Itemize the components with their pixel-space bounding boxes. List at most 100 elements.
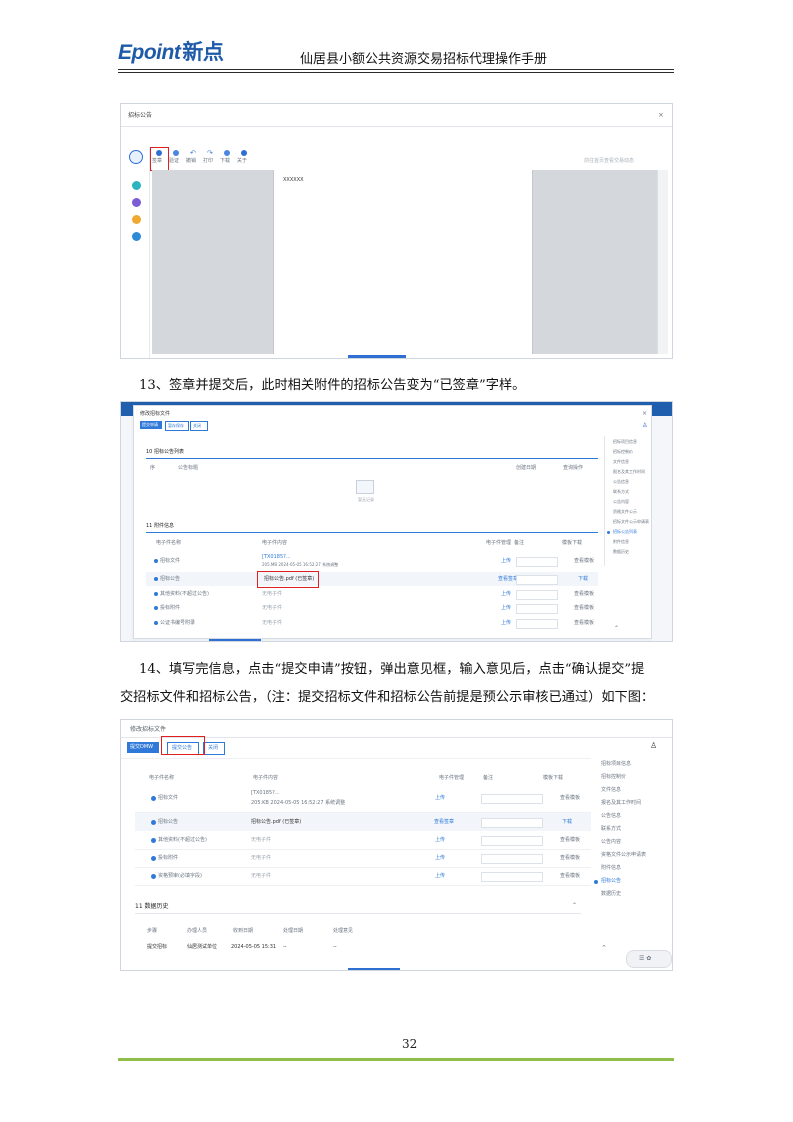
row-note-input[interactable]: [481, 872, 543, 882]
screenshot-attachment-signed: 修改招标文件 × 提交申请 暂存保存 关闭 ♙ 10 招标公告列表 序 公告标题…: [120, 401, 673, 642]
row-upload-button[interactable]: 上传: [435, 796, 445, 801]
row-template-link[interactable]: 查看模板: [574, 592, 594, 597]
close-button[interactable]: 关闭: [203, 742, 225, 755]
hist-cell-processed: --: [283, 944, 287, 950]
row-note-input[interactable]: [516, 604, 558, 614]
row-note-input[interactable]: [481, 854, 543, 864]
side-nav-item[interactable]: 报名及其工作时间: [601, 801, 641, 806]
left-nav-panel: [121, 416, 131, 641]
close-button[interactable]: 关闭: [190, 421, 208, 431]
floating-tools[interactable]: ☰ ✿: [626, 950, 672, 968]
row-note-input[interactable]: [516, 557, 558, 567]
rail-file-icon[interactable]: [132, 181, 141, 190]
table-row: 其他资料(不超过公告) 无电子件 上传 查看模板: [135, 832, 591, 850]
row-upload-button[interactable]: 上传: [501, 592, 511, 597]
rail-stamp-icon[interactable]: [132, 198, 141, 207]
side-nav-item[interactable]: 资格文件公示: [613, 510, 637, 514]
row-template-link[interactable]: 查看模板: [574, 621, 594, 626]
row-note-input[interactable]: [481, 836, 543, 846]
side-nav-item[interactable]: 资格文件公示申请表: [601, 853, 646, 858]
dialog-title: 修改招标文件: [130, 726, 167, 733]
side-nav-item[interactable]: 联系方式: [601, 827, 621, 832]
side-nav-item[interactable]: 招标文件公示申请表: [613, 520, 649, 524]
dialog-title: 修改招标文件: [140, 411, 171, 417]
left-rail: [129, 150, 143, 355]
row-note-input[interactable]: [516, 575, 558, 585]
row-name: 公证书编号附录: [160, 620, 196, 626]
side-nav-item[interactable]: 公告信息: [613, 480, 629, 484]
row-upload-button[interactable]: 上传: [435, 856, 445, 861]
row-note-input[interactable]: [481, 794, 543, 804]
row-content[interactable]: [TX0185?...: [262, 555, 291, 560]
user-icon[interactable]: ♙: [650, 742, 657, 750]
side-nav-item[interactable]: 公告信息: [601, 814, 621, 819]
row-upload-button[interactable]: 上传: [501, 621, 511, 626]
side-nav-item[interactable]: 招标控制价: [613, 450, 633, 454]
collapse-icon[interactable]: ⌃: [572, 903, 577, 909]
submit-dmw-button[interactable]: 提交DMW: [127, 742, 159, 753]
row-template-link[interactable]: 查看模板: [560, 874, 580, 879]
side-nav-item[interactable]: 报名及其工作时间: [613, 470, 645, 474]
row-content[interactable]: [TX0185?...: [251, 791, 280, 796]
side-nav-item-active[interactable]: 招标公告列表: [613, 530, 637, 534]
scroll-top-icon[interactable]: ⌃: [601, 945, 607, 952]
tool-about-label: 关于: [237, 158, 248, 164]
section-attachments: 11 附件信息: [146, 523, 174, 529]
row-upload-button[interactable]: 上传: [435, 874, 445, 879]
row-template-link[interactable]: 查看模板: [574, 559, 594, 564]
scroll-top-icon[interactable]: ⌃: [614, 626, 619, 632]
table-row: 招标公告 招标公告.pdf (已签章) 查看签章 下载: [135, 813, 591, 831]
row-upload-button[interactable]: 上传: [501, 559, 511, 564]
tool-print-label: 打印: [203, 158, 214, 164]
dialog-close-icon[interactable]: ×: [642, 411, 647, 417]
row-info-icon: [154, 592, 158, 596]
row-upload-button[interactable]: 上传: [435, 838, 445, 843]
row-template-link[interactable]: 查看模板: [560, 856, 580, 861]
tool-download-label: 下载: [220, 158, 231, 164]
side-nav-item[interactable]: 附件信息: [601, 866, 621, 871]
row-content: 无电子件: [251, 873, 272, 879]
row-content[interactable]: 招标公告.pdf (已签章): [251, 820, 301, 825]
side-nav-item[interactable]: 文件信息: [613, 460, 629, 464]
side-nav-item[interactable]: 数据历史: [601, 892, 621, 897]
save-button[interactable]: 暂存保存: [165, 421, 189, 431]
side-nav-item[interactable]: 公告内容: [601, 840, 621, 845]
row-note-input[interactable]: [481, 818, 543, 828]
row-template-link[interactable]: 查看模板: [560, 796, 580, 801]
row-note-input[interactable]: [516, 619, 558, 629]
table-row: 公证书编号附录 无电子件 上传 查看模板: [146, 617, 598, 629]
side-nav-item[interactable]: 公告内容: [613, 500, 629, 504]
rail-edit-icon[interactable]: [132, 215, 141, 224]
row-view-sign-button[interactable]: 查看签章: [434, 820, 454, 825]
user-icon[interactable]: ♙: [642, 423, 647, 429]
viewer-scrollbar[interactable]: [657, 170, 668, 354]
side-nav-item[interactable]: 数据历史: [613, 550, 629, 554]
row-upload-button[interactable]: 上传: [501, 606, 511, 611]
side-nav-item[interactable]: 联系方式: [613, 490, 629, 494]
rail-home-icon[interactable]: [129, 150, 143, 164]
close-icon[interactable]: ×: [658, 112, 664, 119]
table-row: 招标公告 招标公告.pdf (已签章) 查看签章 下载: [146, 572, 598, 586]
side-nav-item[interactable]: 附件信息: [613, 540, 629, 544]
table-row: 招标文件 [TX0185?... 205.KB 2024-05-05 16:52…: [135, 786, 591, 813]
side-nav-item[interactable]: 文件信息: [601, 788, 621, 793]
row-template-link[interactable]: 查看模板: [574, 606, 594, 611]
col-date: 创建日期: [516, 465, 537, 471]
row-view-sign-button[interactable]: 查看签章: [498, 577, 518, 582]
side-nav-item[interactable]: 招标项目信息: [601, 762, 631, 767]
title-divider: [121, 126, 672, 127]
side-nav-item[interactable]: 招标控制价: [601, 775, 626, 780]
row-download-link[interactable]: 下载: [562, 820, 572, 825]
side-nav-item-active[interactable]: 招标公告: [601, 879, 621, 884]
side-nav-item[interactable]: 招标项目信息: [613, 440, 637, 444]
close-button-label: 关闭: [208, 745, 219, 751]
row-template-link[interactable]: 查看模板: [560, 838, 580, 843]
row-info-icon: [151, 820, 156, 825]
row-download-link[interactable]: 下载: [578, 577, 588, 582]
rail-search-icon[interactable]: [132, 232, 141, 241]
submit-button[interactable]: 提交申请: [140, 421, 162, 429]
verify-icon: [173, 150, 179, 156]
row-name: 招标文件: [160, 558, 181, 564]
col-seq: 序: [150, 465, 156, 471]
row-note-input[interactable]: [516, 590, 558, 600]
